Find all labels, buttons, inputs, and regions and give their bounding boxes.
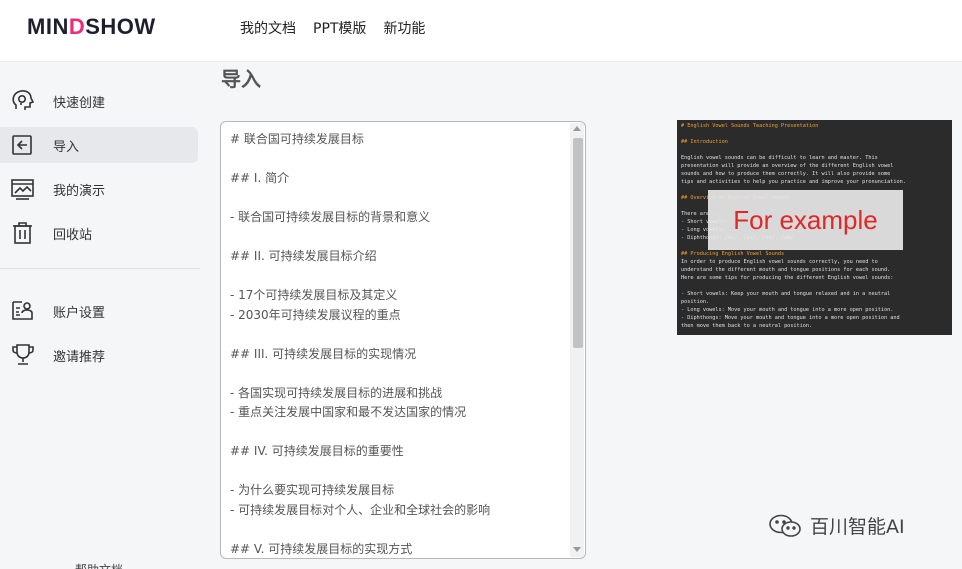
example-line: tips and activities to help you practice… (681, 179, 906, 185)
scroll-thumb[interactable] (573, 138, 583, 348)
sidebar-item-help[interactable]: 帮助文档 (75, 561, 123, 569)
sidebar-item-quick-create[interactable]: 快速创建 (0, 83, 198, 119)
sidebar-item-invite[interactable]: 邀请推荐 (0, 337, 198, 373)
sidebar-item-label: 导入 (53, 139, 80, 155)
wechat-icon (769, 514, 801, 537)
editor-line: - 可持续发展目标对个人、企业和全球社会的影响 (230, 502, 491, 517)
example-line: presentation will provide an overview of… (681, 163, 894, 169)
example-line: In order to produce English vowel sounds… (681, 259, 878, 265)
trash-icon (10, 221, 36, 245)
example-line: # English Vowel Sounds Teaching Presenta… (681, 123, 819, 129)
top-nav: 我的文档 PPT模版 新功能 (240, 18, 425, 38)
top-header: MINDSHOW 我的文档 PPT模版 新功能 (0, 0, 962, 62)
account-icon (10, 299, 36, 323)
sidebar-item-import[interactable]: 导入 (0, 127, 198, 163)
sidebar-item-label: 回收站 (53, 227, 93, 243)
sidebar-item-label: 快速创建 (53, 95, 106, 111)
editor-line: - 联合国可持续发展目标的背景和意义 (230, 210, 431, 224)
editor-line: - 各国实现可持续发展目标的进展和挑战 (230, 385, 443, 400)
sidebar-item-label: 账户设置 (53, 305, 106, 321)
example-line: Here are some tips for producing the dif… (681, 275, 894, 281)
editor-line: ## I. 简介 (230, 171, 290, 185)
presentation-icon (10, 177, 36, 201)
mindshow-logo[interactable]: MINDSHOW (27, 14, 156, 40)
editor-line: ## II. 可持续发展目标介绍 (230, 249, 377, 263)
editor-line: - 为什么要实现可持续发展目标 (230, 483, 395, 497)
trophy-icon (10, 343, 36, 367)
example-line: position. (681, 299, 710, 305)
example-line (681, 282, 948, 290)
sidebar-divider (0, 268, 200, 269)
example-line: English vowel sounds can be difficult to… (681, 155, 878, 161)
sidebar-item-label: 我的演示 (53, 183, 106, 199)
editor-line: ## V. 可持续发展目标的实现方式 (230, 541, 413, 556)
nav-my-documents[interactable]: 我的文档 (240, 18, 296, 38)
logo-text-post: SHOW (85, 14, 156, 39)
scroll-up-arrow-icon[interactable] (573, 126, 581, 131)
sidebar-item-label: 邀请推荐 (53, 349, 106, 365)
editor-line: - 2030年可持续发展议程的重点 (230, 307, 401, 322)
sidebar-item-my-presentations[interactable]: 我的演示 (0, 171, 198, 207)
logo-text-pre: MIN (27, 14, 69, 39)
wechat-watermark: 百川智能AI (768, 512, 905, 539)
example-line: then move them back to a neutral positio… (681, 323, 813, 329)
example-line (681, 130, 948, 138)
editor-line: - 17个可持续发展目标及其定义 (230, 288, 398, 302)
nav-new-features[interactable]: 新功能 (383, 18, 425, 38)
watermark-text: 百川智能AI (810, 516, 905, 538)
logo-text-accent: D (68, 14, 86, 39)
editor-line: - 重点关注发展中国家和最不发达国家的情况 (230, 405, 467, 419)
import-icon (10, 133, 36, 157)
editor-content[interactable]: # 联合国可持续发展目标 ## I. 简介 - 联合国可持续发展目标的背景和意义 ##… (230, 130, 570, 558)
scroll-down-arrow-icon[interactable] (573, 547, 581, 552)
nav-ppt-templates[interactable]: PPT模版 (313, 18, 366, 38)
brain-bulb-icon (10, 89, 36, 113)
editor-line: ## III. 可持续发展目标的实现情况 (230, 346, 417, 361)
example-line: ## Introduction (681, 139, 728, 145)
example-overlay-label: For example (708, 190, 903, 250)
sidebar-item-recycle-bin[interactable]: 回收站 (0, 215, 198, 251)
example-line (681, 146, 948, 154)
example-line: sounds and how to produce them correctly… (681, 171, 891, 177)
example-line: understand the different mouth and tongu… (681, 267, 891, 273)
example-line: - Long vowels: Move your mouth and tongu… (681, 307, 894, 313)
sidebar: 快速创建 导入 我的演示 回收站 账户设置 邀请推荐 帮助文档 (0, 63, 200, 569)
page-title: 导入 (221, 67, 261, 91)
example-line: ## Producing English Vowel Sounds (681, 251, 785, 257)
example-line: - Diphthongs: Move your mouth and tongue… (681, 315, 900, 321)
editor-line: ## IV. 可持续发展目标的重要性 (230, 444, 404, 458)
editor-line: # 联合国可持续发展目标 (230, 132, 364, 146)
example-line: - Short vowels: Keep your mouth and tong… (681, 291, 891, 297)
markdown-editor[interactable]: # 联合国可持续发展目标 ## I. 简介 - 联合国可持续发展目标的背景和意义 ##… (220, 121, 586, 559)
sidebar-item-account-settings[interactable]: 账户设置 (0, 293, 198, 329)
